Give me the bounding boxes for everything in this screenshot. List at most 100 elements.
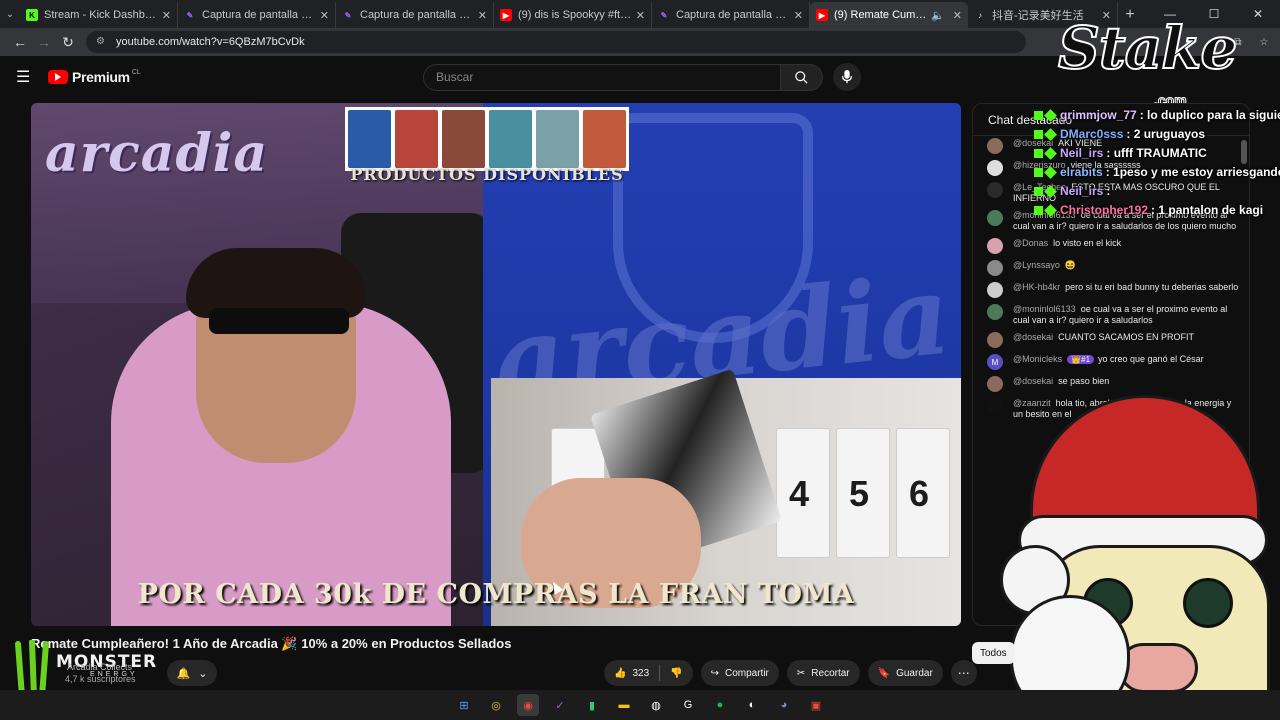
obs-icon[interactable]: ◍ [645, 694, 667, 716]
subscriber-gem-icon [1044, 146, 1057, 160]
avatar[interactable] [987, 238, 1003, 254]
close-icon[interactable]: ✕ [636, 9, 645, 22]
kick-chat-line: Neil_irs: ufff TRAUMATIC [1034, 146, 1280, 160]
avatar[interactable]: M [987, 354, 1003, 370]
back-icon[interactable]: ← [8, 30, 32, 54]
more-actions-button[interactable]: ⋯ [950, 660, 977, 686]
browser-tab[interactable]: ✎ Captura de pantalla por Lightshot ✕ [178, 2, 336, 28]
thumbs-down-icon: 👎 [670, 667, 683, 679]
brand-text: Premium [72, 69, 130, 85]
tab-label: Captura de pantalla por Lightshot [360, 9, 474, 21]
avatar[interactable] [987, 138, 1003, 154]
chat-message: @dosekai CUANTO SACAMOS EN PROFIT [987, 332, 1241, 348]
close-icon[interactable]: ✕ [162, 9, 171, 22]
chrome-icon[interactable]: ◉ [517, 694, 539, 716]
url-field[interactable]: ⚙ youtube.com/watch?v=6QBzM7bCvDk [86, 31, 1026, 53]
tiktok-icon: ♪ [978, 10, 982, 20]
avatar[interactable] [987, 376, 1003, 392]
windows-start-icon[interactable]: ⊞ [453, 694, 475, 716]
discord-icon[interactable]: ◕ [773, 694, 795, 716]
stake-wordmark: Stake [1057, 13, 1238, 83]
like-dislike-group: 👍 323 👎 [604, 660, 693, 686]
lightshot-icon: ✎ [186, 10, 194, 20]
avatar[interactable] [987, 332, 1003, 348]
browser-tab-active[interactable]: ▶ (9) Remate Cumpleañero! 1 Año 🔈 ✕ [810, 2, 968, 28]
search-icon [795, 70, 808, 84]
microphone-icon [841, 70, 853, 84]
forward-icon[interactable]: → [32, 30, 56, 54]
browser-tab[interactable]: ▶ (9) dis is Spookyy #ftp - YouTube ✕ [494, 2, 652, 28]
video-player[interactable]: arcadia arcadia PRODUCTOS DISPONIBLES 1 … [31, 103, 961, 626]
chat-username[interactable]: @dosekai [1013, 332, 1053, 342]
browser-tab[interactable]: ✎ Captura de pantalla por Lightshot ✕ [336, 2, 494, 28]
subscriber-gem-icon [1044, 108, 1057, 122]
spotify-icon[interactable]: ● [709, 694, 731, 716]
avatar[interactable] [987, 304, 1003, 320]
avatar[interactable] [987, 398, 1003, 414]
kick-badge-icon [1034, 167, 1043, 177]
app-g-icon[interactable]: G [677, 694, 699, 716]
like-count: 323 [632, 667, 650, 679]
avatar[interactable] [987, 282, 1003, 298]
clip-button[interactable]: ✂ Recortar [786, 660, 860, 686]
avatar[interactable] [987, 160, 1003, 176]
chevron-down-icon: ⌄ [198, 667, 208, 680]
browser-tab[interactable]: ✎ Captura de pantalla por Lightshot ✕ [652, 2, 810, 28]
speaker-icon[interactable]: 🔈 [931, 9, 945, 22]
kick-badge-icon [1034, 110, 1043, 120]
chat-username[interactable]: @HK-hb4kr [1013, 282, 1060, 292]
scissors-icon: ✂ [796, 667, 806, 679]
subscriber-gem-icon [1044, 203, 1057, 217]
product-card [395, 110, 438, 168]
channel-name[interactable]: Arcadia Collects [67, 662, 132, 672]
kick-username: Christopher192 [1060, 203, 1149, 217]
product-card [536, 110, 579, 168]
youtube-logo[interactable]: Premium CL [48, 69, 141, 85]
chat-username[interactable]: @dosekai [1013, 376, 1053, 386]
kick-message-text: : [1106, 184, 1111, 198]
lightshot-taskbar-icon[interactable]: ✓ [549, 694, 571, 716]
browser-tab[interactable]: K Stream - Kick Dashboard ✕ [20, 2, 178, 28]
close-icon[interactable]: ✕ [794, 9, 803, 22]
youtube-icon: ▶ [816, 9, 828, 21]
close-icon[interactable]: ✕ [320, 9, 329, 22]
folder-icon[interactable]: ▬ [613, 694, 635, 716]
slot-number: 4 [789, 473, 810, 514]
dislike-button[interactable]: 👎 [660, 660, 692, 686]
chat-username[interactable]: @Monicleks [1013, 354, 1062, 364]
notes-icon[interactable]: ▮ [581, 694, 603, 716]
like-button[interactable]: 👍 323 [604, 660, 659, 686]
kick-badge-icon [1034, 186, 1043, 196]
chat-filter-chip[interactable]: Todos [972, 642, 1015, 664]
kick-chat-line: Neil_irs: [1034, 184, 1280, 198]
tab-label: Captura de pantalla por Lightshot [676, 9, 790, 21]
avatar[interactable] [987, 260, 1003, 276]
search-button[interactable] [781, 63, 823, 91]
steam-icon[interactable]: ◐ [741, 694, 763, 716]
kick-badge-icon [1034, 129, 1043, 139]
kick-message-text: : 1peso y me estoy arriesgando [1105, 165, 1280, 179]
country-code: CL [131, 68, 141, 76]
avatar[interactable] [987, 182, 1003, 198]
tab-search-button[interactable]: ⌄ [0, 0, 20, 28]
avatar[interactable] [987, 210, 1003, 226]
site-info-icon[interactable]: ⚙ [96, 36, 108, 48]
close-icon[interactable]: ✕ [478, 9, 487, 22]
voice-search-button[interactable] [833, 63, 861, 91]
save-button[interactable]: 🔖 Guardar [867, 660, 943, 686]
menu-icon[interactable]: ☰ [16, 67, 34, 87]
app-red-icon[interactable]: ▣ [805, 694, 827, 716]
kick-username: DMarc0sss [1060, 127, 1124, 141]
member-badge: 👑#1 [1067, 355, 1095, 364]
share-button[interactable]: ↪ Compartir [700, 660, 779, 686]
kick-badge-icon [1034, 148, 1043, 158]
tab-label: Captura de pantalla por Lightshot [202, 9, 316, 21]
app-icon[interactable]: ◎ [485, 694, 507, 716]
reload-icon[interactable]: ↻ [56, 30, 80, 54]
search-input[interactable] [423, 63, 781, 91]
close-icon[interactable]: ✕ [953, 9, 962, 22]
product-card [442, 110, 485, 168]
chat-text: pero si tu eri bad bunny tu deberias sab… [1065, 282, 1239, 292]
chat-username[interactable]: @moninlol6133 [1013, 304, 1076, 314]
subscription-bell-button[interactable]: 🔔 ⌄ [167, 660, 217, 686]
